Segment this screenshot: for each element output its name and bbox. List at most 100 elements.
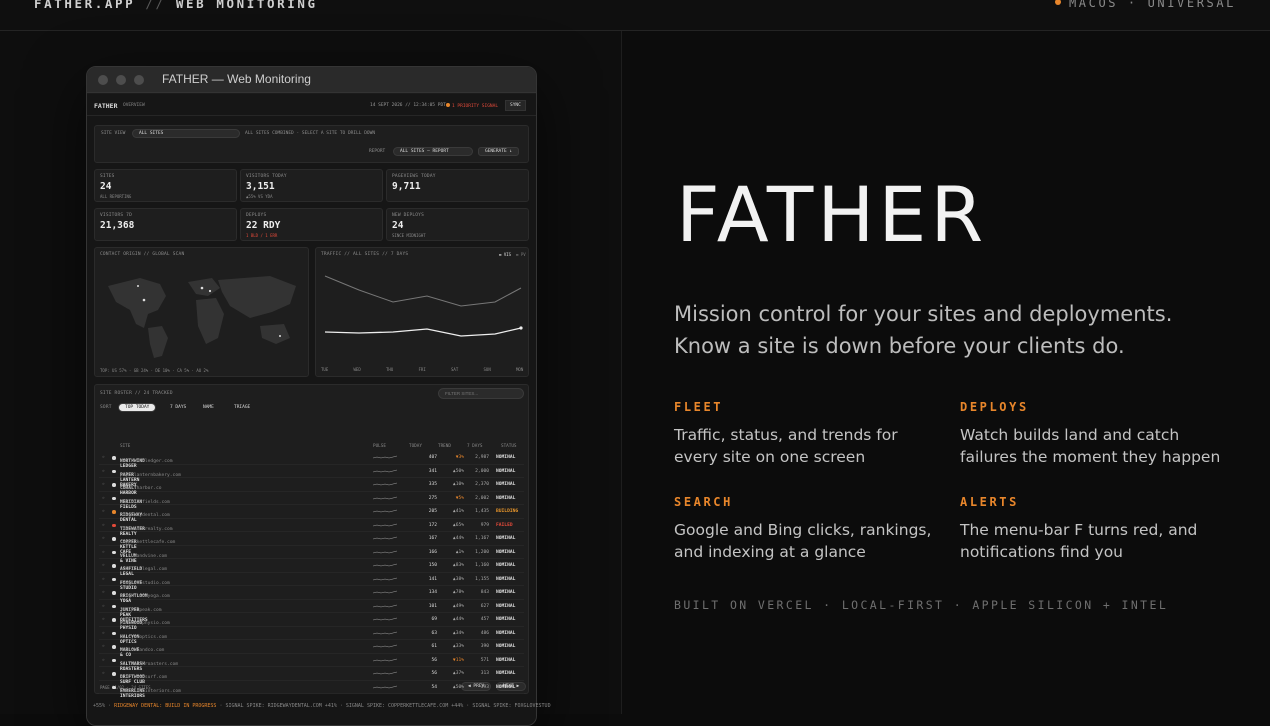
built-on-footer: BUILT ON VERCEL · LOCAL-FIRST · APPLE SI…: [674, 598, 1169, 612]
star-icon[interactable]: ☆: [102, 455, 105, 460]
today-value: 54: [431, 684, 437, 690]
table-row[interactable]: ☆ MERIDIAN FIELDS meridianfields.com 275 ▼5…: [99, 492, 524, 510]
status-dot-icon: [112, 645, 116, 649]
star-icon[interactable]: ☆: [102, 604, 105, 609]
star-icon[interactable]: ☆: [102, 658, 105, 663]
star-icon[interactable]: ☆: [102, 671, 105, 676]
table-row[interactable]: ☆ BRIGHTLOOM YOGA brightloomyoga.com 134 ▲7…: [99, 586, 524, 604]
star-icon[interactable]: ☆: [102, 617, 105, 622]
table-row[interactable]: ☆ EMBERLINE INTERIORS emberlineinteriors.…: [99, 681, 524, 699]
close-window-button[interactable]: [98, 75, 108, 85]
table-row[interactable]: ☆ SALTMARSH ROASTERS saltmarshroasters.co…: [99, 654, 524, 672]
star-icon[interactable]: ☆: [102, 590, 105, 595]
sort-tab[interactable]: TOP TODAY: [118, 403, 157, 412]
tab-overview[interactable]: OVERVIEW: [123, 103, 145, 108]
sort-tab[interactable]: TRIAGE: [227, 403, 257, 412]
status-dot-icon: [112, 496, 116, 500]
col-today[interactable]: TODAY: [409, 444, 422, 449]
star-icon[interactable]: ☆: [102, 685, 105, 690]
roster-title: SITE ROSTER // 24 TRACKED: [100, 391, 173, 396]
feature-alerts: ALERTS The menu-bar F turns red, and not…: [960, 495, 1230, 563]
7day-value: 393: [480, 684, 489, 690]
map-dot: [279, 335, 281, 337]
pulse-sparkline: [372, 522, 399, 530]
map-dot: [137, 285, 139, 287]
brand-name: FATHER.APP: [34, 0, 136, 11]
7day-value: 457: [480, 617, 489, 622]
status-badge: BUILDING: [496, 509, 519, 514]
report-select[interactable]: ALL SITES — REPORT: [393, 147, 473, 156]
site-view-select[interactable]: ALL SITES: [132, 129, 240, 138]
feature-text: Google and Bing clicks, rankings, and in…: [674, 521, 932, 561]
star-icon[interactable]: ☆: [102, 523, 105, 528]
table-row[interactable]: ☆ JUNIPER PEAK OUTFITTERS juniperpeak.com…: [99, 600, 524, 623]
table-row[interactable]: ☆ NORTHWIND LEDGER northwindledger.com 407…: [99, 451, 524, 469]
pulse-sparkline: [372, 454, 399, 462]
table-row[interactable]: ☆ COBALT HARBOR cobaltharbor.co 335 ▲10% 2,3…: [99, 478, 524, 496]
signal-dot-icon: [446, 103, 450, 107]
zoom-window-button[interactable]: [134, 75, 144, 85]
table-row[interactable]: ☆ ASHFIELD LEGAL ashfieldlegal.com 150 ▲83%…: [99, 559, 524, 577]
star-icon[interactable]: ☆: [102, 577, 105, 582]
sync-button[interactable]: SYNC: [505, 100, 526, 111]
status-dot-icon: [112, 591, 116, 595]
col-status[interactable]: STATUS: [501, 444, 517, 449]
today-value: 150: [428, 563, 437, 568]
minimize-window-button[interactable]: [116, 75, 126, 85]
priority-signal[interactable]: 1 PRIORITY SIGNAL: [446, 103, 498, 109]
traffic-day-label: TUE: [321, 367, 329, 372]
app-content: FATHER OVERVIEW 14 SEPT 2026 // 12:34:05…: [87, 94, 536, 725]
table-row[interactable]: ☆ RIDGEWAY DENTAL ridgewaydental.com 205 ▲4…: [99, 505, 524, 523]
site-domain: saltmarshroasters.com: [120, 661, 179, 667]
map-dot: [208, 289, 212, 293]
star-icon[interactable]: ☆: [102, 469, 105, 474]
site-domain: ridgewaydental.com: [120, 513, 170, 518]
world-map: [108, 276, 296, 358]
sort-tab[interactable]: 7 DAYS: [163, 403, 193, 412]
stat-value: 24: [100, 181, 112, 192]
col-site[interactable]: SITE: [120, 444, 130, 449]
status-dot-icon: [112, 537, 116, 541]
today-value: 205: [428, 509, 437, 514]
star-icon[interactable]: ☆: [102, 631, 105, 636]
status-dot-icon: [112, 618, 116, 622]
trend-value: ▼5%: [455, 495, 464, 501]
7day-value: 843: [480, 590, 489, 595]
pulse-sparkline: [372, 495, 399, 503]
status-badge: NOMINAL: [496, 603, 516, 609]
col-7days[interactable]: 7 DAYS: [467, 444, 483, 449]
feature-text: The menu-bar F turns red, and notificati…: [960, 521, 1198, 561]
col-trend[interactable]: TREND: [438, 444, 451, 449]
table-row[interactable]: ☆ TIDEWATER REALTY tidewaterrealty.com 172…: [99, 519, 524, 537]
sort-tab[interactable]: NAME: [196, 403, 221, 412]
star-icon[interactable]: ☆: [102, 550, 105, 555]
star-icon[interactable]: ☆: [102, 509, 105, 514]
pulse-sparkline: [372, 549, 399, 557]
table-row[interactable]: ☆ MARLOWE & CO marloweandco.com 61 ▲33% 390 N…: [99, 640, 524, 658]
table-row[interactable]: ☆ FOXGLOVE STUDIO foxglovestudio.com 141 ▲3…: [99, 573, 524, 591]
star-icon[interactable]: ☆: [102, 496, 105, 501]
table-row[interactable]: ☆ DRIFTWOOD SURF CLUB driftwoodsurf.com 56…: [99, 667, 524, 685]
traffic-day-label: SAT: [451, 367, 459, 372]
generate-button[interactable]: GENERATE ↓: [478, 147, 520, 156]
table-row[interactable]: ☆ HALCYON OPTICS halcyonoptics.com 63 ▲34% 4…: [99, 627, 524, 645]
today-value: 341: [428, 468, 437, 474]
pulse-sparkline: [372, 643, 399, 651]
ticker-highlight: RIDGEWAY DENTAL: BUILD IN PROGRESS: [114, 703, 217, 709]
star-icon[interactable]: ☆: [102, 536, 105, 541]
star-icon[interactable]: ☆: [102, 644, 105, 649]
table-row[interactable]: ☆ PAPER LANTERN BAKERY paperlanternbakery…: [99, 465, 524, 488]
today-value: 172: [428, 522, 437, 528]
table-row[interactable]: ☆ VELLUM & VINE vellumandvine.com 166 ▲1% 1,…: [99, 546, 524, 564]
status-badge: NOMINAL: [496, 630, 516, 636]
traffic-day-label: WED: [353, 367, 361, 372]
filter-sites-input[interactable]: [438, 388, 524, 399]
star-icon[interactable]: ☆: [102, 482, 105, 487]
table-row[interactable]: ☆ PINEWOOD PHYSIO pinewoodphysio.com 69 ▲44…: [99, 613, 524, 631]
today-value: 61: [431, 644, 437, 649]
table-row[interactable]: ☆ COPPER KETTLE CAFE copperkettlecafe.com…: [99, 532, 524, 555]
star-icon[interactable]: ☆: [102, 563, 105, 568]
7day-value: 1,155: [475, 576, 489, 582]
stat-card: SITES 24 ALL REPORTING: [94, 169, 237, 202]
status-dot-icon: [112, 604, 116, 608]
